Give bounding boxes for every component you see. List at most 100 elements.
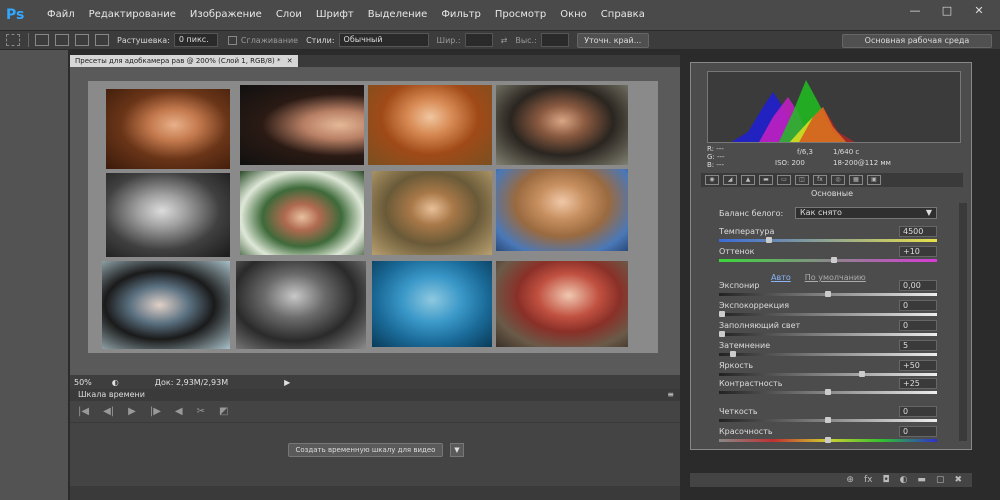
create-video-timeline-button[interactable]: Создать временную шкалу для видео <box>288 443 443 457</box>
width-input[interactable] <box>464 33 493 47</box>
slider-value-input[interactable]: +50 <box>899 360 937 371</box>
slider-track[interactable] <box>719 291 937 297</box>
slider-thumb[interactable] <box>719 331 725 337</box>
camera-calibration-icon[interactable]: ◎ <box>831 175 845 185</box>
portrait-photo <box>102 261 230 349</box>
prev-frame-icon[interactable]: ◀| <box>103 406 114 417</box>
timeline-panel: Шкала времени ≡ |◀ ◀| ▶ |▶ ◀ ✂ ◩ Создать… <box>70 389 680 500</box>
detail-icon[interactable]: ▲ <box>741 175 755 185</box>
maximize-button[interactable]: □ <box>936 4 958 18</box>
menu-view[interactable]: Просмотр <box>488 0 553 30</box>
next-frame-icon[interactable]: |▶ <box>150 406 161 417</box>
hsl-icon[interactable]: ▬ <box>759 175 773 185</box>
add-selection-icon[interactable] <box>55 34 69 46</box>
slider-row: Четкость 0 <box>719 406 937 417</box>
minimize-button[interactable]: — <box>904 4 926 18</box>
lens-correction-icon[interactable]: ◫ <box>795 175 809 185</box>
slider-thumb[interactable] <box>825 417 831 423</box>
document-canvas[interactable] <box>88 81 658 353</box>
link-icon[interactable]: ⊕ <box>846 475 854 485</box>
slider-track[interactable] <box>719 311 937 317</box>
slider-value-input[interactable]: 0,00 <box>899 280 937 291</box>
slider-track[interactable] <box>719 237 937 243</box>
effects-icon[interactable]: fx <box>813 175 827 185</box>
chevron-down-icon[interactable]: ▼ <box>450 443 464 457</box>
slider-thumb[interactable] <box>765 237 772 243</box>
tone-curve-icon[interactable]: ◢ <box>723 175 737 185</box>
zoom-level[interactable]: 50% <box>74 378 92 387</box>
menu-window[interactable]: Окно <box>553 0 594 30</box>
trash-icon[interactable]: ✖ <box>954 475 962 485</box>
slider-thumb[interactable] <box>825 291 831 297</box>
panel-menu-icon[interactable]: ≡ <box>667 389 674 401</box>
slider-value-input[interactable]: 5 <box>899 340 937 351</box>
snapshots-icon[interactable]: ▣ <box>867 175 881 185</box>
status-icon[interactable]: ◐ <box>112 378 119 387</box>
slider-value-input[interactable]: 0 <box>899 300 937 311</box>
slider-thumb[interactable] <box>825 389 831 395</box>
menu-filter[interactable]: Фильтр <box>434 0 488 30</box>
slider-track[interactable] <box>719 331 937 337</box>
slider-thumb[interactable] <box>825 437 831 443</box>
fx-icon[interactable]: fx <box>864 475 873 485</box>
menu-select[interactable]: Выделение <box>361 0 435 30</box>
antialias-checkbox[interactable] <box>227 35 237 45</box>
play-icon[interactable]: ▶ <box>128 406 136 417</box>
canvas-area[interactable] <box>70 67 680 375</box>
audio-icon[interactable]: ◀ <box>175 406 183 417</box>
close-button[interactable]: ✕ <box>968 4 990 18</box>
feather-input[interactable]: 0 пикс. <box>173 33 218 47</box>
mask-icon[interactable]: ◘ <box>882 475 889 485</box>
new-layer-icon[interactable]: ▢ <box>936 475 945 485</box>
workspace-switcher[interactable]: Основная рабочая среда <box>842 34 992 48</box>
intersect-selection-icon[interactable] <box>95 34 109 46</box>
slider-label: Яркость <box>719 361 754 370</box>
slider-value-input[interactable]: +10 <box>899 246 937 257</box>
slider-value-input[interactable]: +25 <box>899 378 937 389</box>
close-tab-icon[interactable]: ✕ <box>287 57 293 65</box>
document-tab[interactable]: Пресеты для адобкамера рав @ 200% (Слой … <box>70 55 298 67</box>
slider-track[interactable] <box>719 257 937 263</box>
panel-scrollbar[interactable] <box>959 203 967 441</box>
window-controls: — □ ✕ <box>904 4 990 18</box>
slider-thumb[interactable] <box>831 257 838 263</box>
menu-type[interactable]: Шрифт <box>309 0 361 30</box>
folder-icon[interactable]: ▬ <box>917 475 926 485</box>
split-icon[interactable]: ✂ <box>197 406 205 417</box>
status-menu-arrow[interactable]: ▶ <box>284 378 290 387</box>
slider-track[interactable] <box>719 371 937 377</box>
portrait-photo <box>106 89 230 169</box>
slider-track[interactable] <box>719 389 937 395</box>
aperture-icon[interactable]: ◉ <box>705 175 719 185</box>
white-balance-select[interactable]: Как снято ▼ <box>795 207 937 219</box>
menu-layers[interactable]: Слои <box>269 0 309 30</box>
slider-track[interactable] <box>719 417 937 423</box>
menu-help[interactable]: Справка <box>594 0 652 30</box>
info-b: B: --- <box>707 161 724 169</box>
slider-value-input[interactable]: 0 <box>899 426 937 437</box>
split-toning-icon[interactable]: ▭ <box>777 175 791 185</box>
transition-icon[interactable]: ◩ <box>219 406 228 417</box>
menu-file[interactable]: Файл <box>40 0 82 30</box>
first-frame-icon[interactable]: |◀ <box>78 406 89 417</box>
slider-value-input[interactable]: 4500 <box>899 226 937 237</box>
slider-value-input[interactable]: 0 <box>899 406 937 417</box>
slider-thumb[interactable] <box>858 371 865 377</box>
subtract-selection-icon[interactable] <box>75 34 89 46</box>
slider-thumb[interactable] <box>729 351 736 357</box>
slider-track[interactable] <box>719 351 937 357</box>
marquee-tool-icon[interactable] <box>6 34 20 46</box>
slider-track[interactable] <box>719 437 937 443</box>
menu-image[interactable]: Изображение <box>183 0 269 30</box>
refine-edge-button[interactable]: Уточн. край... <box>576 32 649 48</box>
presets-icon[interactable]: ▦ <box>849 175 863 185</box>
slider-value-input[interactable]: 0 <box>899 320 937 331</box>
menu-edit[interactable]: Редактирование <box>82 0 183 30</box>
swap-icon[interactable]: ⇄ <box>501 36 508 45</box>
height-input[interactable] <box>540 33 569 47</box>
new-selection-icon[interactable] <box>35 34 49 46</box>
style-select[interactable]: Обычный <box>338 33 429 47</box>
height-label: Выс.: <box>515 35 537 45</box>
slider-thumb[interactable] <box>719 311 725 317</box>
adjustment-icon[interactable]: ◐ <box>900 475 908 485</box>
